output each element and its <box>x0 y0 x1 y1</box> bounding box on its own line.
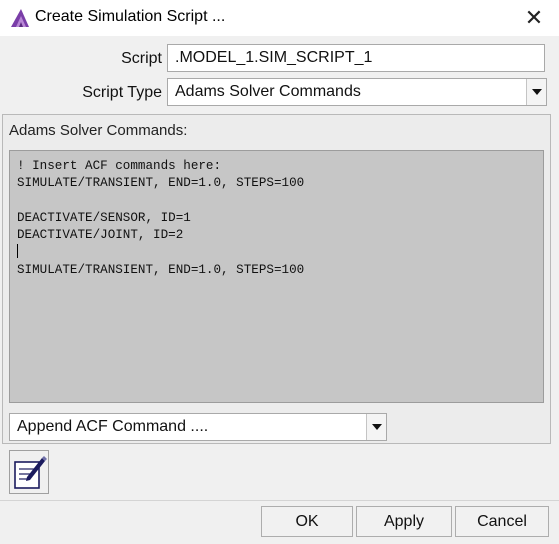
script-label: Script <box>121 50 162 67</box>
append-acf-command-select[interactable]: Append ACF Command .... <box>9 413 387 441</box>
command-line: SIMULATE/TRANSIENT, END=1.0, STEPS=100 <box>17 262 305 277</box>
script-type-value: Adams Solver Commands <box>175 83 361 100</box>
script-type-label: Script Type <box>82 84 162 101</box>
command-line: DEACTIVATE/SENSOR, ID=1 <box>17 210 191 225</box>
close-button[interactable]: ✕ <box>520 4 548 32</box>
chevron-down-icon <box>372 424 382 430</box>
open-editor-button[interactable] <box>9 450 49 494</box>
title-bar: Create Simulation Script ... ✕ <box>0 0 559 36</box>
script-type-select[interactable]: Adams Solver Commands <box>167 78 547 106</box>
cancel-button[interactable]: Cancel <box>455 506 549 537</box>
edit-notepad-icon <box>14 456 47 489</box>
button-row-separator <box>0 500 559 501</box>
command-line-caret <box>17 244 543 261</box>
commands-panel-label: Adams Solver Commands: <box>9 122 188 139</box>
append-acf-dropdown-button[interactable] <box>366 414 386 440</box>
apply-button[interactable]: Apply <box>356 506 452 537</box>
command-line <box>17 193 543 210</box>
ok-button[interactable]: OK <box>261 506 353 537</box>
adams-logo-icon <box>11 9 29 27</box>
text-caret <box>17 244 18 259</box>
append-acf-command-value: Append ACF Command .... <box>17 418 209 435</box>
window-title: Create Simulation Script ... <box>35 8 226 25</box>
command-line: SIMULATE/TRANSIENT, END=1.0, STEPS=100 <box>17 176 305 191</box>
command-line: DEACTIVATE/JOINT, ID=2 <box>17 228 184 243</box>
close-icon: ✕ <box>524 5 544 30</box>
script-name-field[interactable]: .MODEL_1.SIM_SCRIPT_1 <box>167 44 545 72</box>
command-line: ! Insert ACF commands here: <box>17 159 222 173</box>
chevron-down-icon <box>532 89 542 95</box>
acf-commands-textarea[interactable]: ! Insert ACF commands here: SIMULATE/TRA… <box>9 150 544 403</box>
script-type-dropdown-button[interactable] <box>526 79 546 105</box>
